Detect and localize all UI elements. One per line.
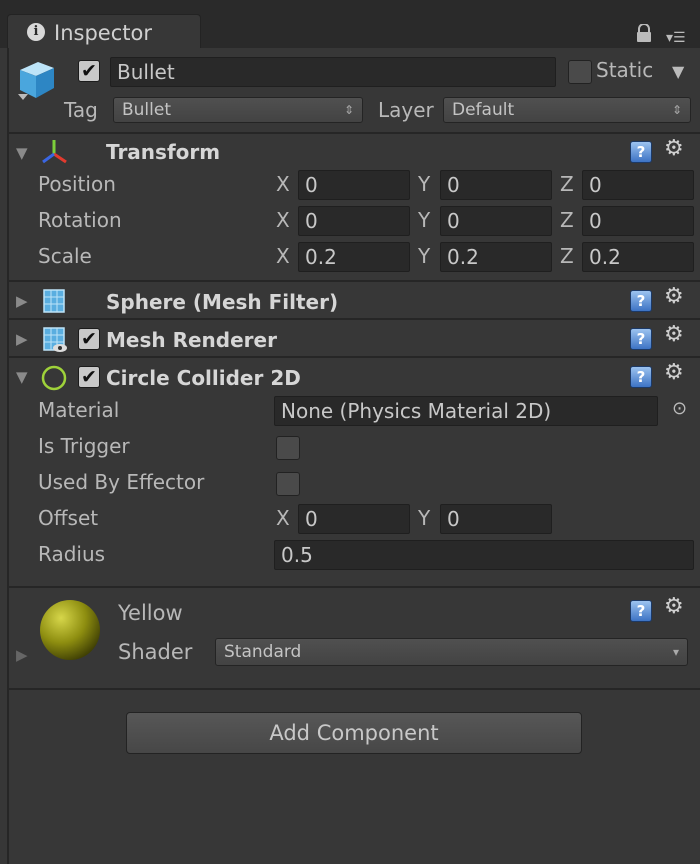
radius-label: Radius: [38, 542, 106, 566]
circle-collider-icon: [41, 365, 67, 391]
mesh-filter-icon: [43, 289, 65, 313]
divider: [7, 586, 700, 588]
position-z-field[interactable]: 0: [582, 170, 694, 200]
layer-value: Default: [452, 100, 515, 120]
foldout-arrow-icon[interactable]: ▼: [16, 368, 28, 386]
help-icon[interactable]: ?: [630, 290, 652, 312]
position-y-axis: Y: [418, 172, 431, 196]
position-y-field[interactable]: 0: [440, 170, 552, 200]
help-icon[interactable]: ?: [630, 141, 652, 163]
offset-x-field[interactable]: 0: [298, 504, 410, 534]
rotation-x-field[interactable]: 0: [298, 206, 410, 236]
scale-y-axis: Y: [418, 244, 431, 268]
offset-y-field[interactable]: 0: [440, 504, 552, 534]
foldout-arrow-icon[interactable]: ▼: [16, 144, 28, 162]
gear-icon[interactable]: ⚙: [664, 322, 684, 347]
material-name: Yellow: [118, 601, 183, 625]
material-field[interactable]: None (Physics Material 2D): [274, 396, 658, 426]
tag-label: Tag: [64, 98, 98, 122]
gear-icon[interactable]: ⚙: [664, 360, 684, 385]
scale-x-axis: X: [276, 244, 290, 268]
mesh-renderer-enabled-checkbox[interactable]: ✔: [78, 328, 100, 350]
gear-icon[interactable]: ⚙: [664, 136, 684, 161]
shader-value: Standard: [224, 642, 302, 662]
name-field[interactable]: Bullet: [110, 57, 556, 87]
panel-left-border: [7, 48, 9, 864]
shader-dropdown[interactable]: Standard ▾: [215, 638, 688, 666]
circle-collider-title[interactable]: Circle Collider 2D: [106, 366, 301, 390]
tab-inspector-label: Inspector: [54, 21, 152, 45]
layer-dropdown[interactable]: Default ⇕: [443, 97, 691, 123]
rotation-y-axis: Y: [418, 208, 431, 232]
scale-z-field[interactable]: 0.2: [582, 242, 694, 272]
active-checkbox[interactable]: ✔: [78, 60, 100, 82]
radius-field[interactable]: 0.5: [274, 540, 694, 570]
used-by-effector-checkbox[interactable]: [276, 472, 300, 496]
transform-icon: [42, 140, 67, 164]
foldout-arrow-icon[interactable]: ▶: [16, 292, 28, 310]
divider: [7, 318, 700, 320]
add-component-button[interactable]: Add Component: [126, 712, 582, 754]
help-icon[interactable]: ?: [630, 328, 652, 350]
scale-x-field[interactable]: 0.2: [298, 242, 410, 272]
divider: [7, 356, 700, 358]
info-icon: i: [27, 23, 45, 41]
static-checkbox[interactable]: [568, 60, 592, 84]
divider: [7, 688, 700, 690]
circle-collider-enabled-checkbox[interactable]: ✔: [78, 366, 100, 388]
sphere-preview-icon[interactable]: [38, 598, 102, 662]
used-by-effector-label: Used By Effector: [38, 470, 205, 494]
divider: [7, 280, 700, 282]
rotation-x-axis: X: [276, 208, 290, 232]
offset-y-axis: Y: [418, 506, 431, 530]
mesh-renderer-title[interactable]: Mesh Renderer: [106, 328, 277, 352]
rotation-z-axis: Z: [560, 208, 574, 232]
transform-title[interactable]: Transform: [106, 140, 220, 164]
material-label: Material: [38, 398, 120, 422]
position-z-axis: Z: [560, 172, 574, 196]
mesh-filter-title[interactable]: Sphere (Mesh Filter): [106, 290, 338, 314]
static-label: Static: [596, 58, 654, 82]
layer-label: Layer: [378, 98, 434, 122]
lock-icon[interactable]: [634, 24, 654, 42]
scale-z-axis: Z: [560, 244, 574, 268]
scale-label: Scale: [38, 244, 92, 268]
rotation-y-field[interactable]: 0: [440, 206, 552, 236]
offset-x-axis: X: [276, 506, 290, 530]
cube-icon[interactable]: [16, 58, 58, 102]
tag-value: Bullet: [122, 100, 172, 120]
static-dropdown-icon[interactable]: ▼: [672, 62, 684, 81]
scale-y-field[interactable]: 0.2: [440, 242, 552, 272]
position-label: Position: [38, 172, 116, 196]
object-picker-icon[interactable]: ⊙: [672, 398, 687, 419]
help-icon[interactable]: ?: [630, 600, 652, 622]
gear-icon[interactable]: ⚙: [664, 594, 684, 619]
position-x-field[interactable]: 0: [298, 170, 410, 200]
divider: [7, 132, 700, 134]
rotation-label: Rotation: [38, 208, 122, 232]
help-icon[interactable]: ?: [630, 366, 652, 388]
shader-label: Shader: [118, 640, 193, 664]
tab-inspector[interactable]: i Inspector: [7, 14, 201, 48]
rotation-z-field[interactable]: 0: [582, 206, 694, 236]
gear-icon[interactable]: ⚙: [664, 284, 684, 309]
offset-label: Offset: [38, 506, 99, 530]
foldout-arrow-icon[interactable]: ▶: [16, 330, 28, 348]
foldout-arrow-icon[interactable]: ▶: [16, 646, 28, 664]
is-trigger-label: Is Trigger: [38, 434, 130, 458]
tag-dropdown[interactable]: Bullet ⇕: [113, 97, 363, 123]
mesh-renderer-icon: [43, 327, 67, 352]
menu-icon[interactable]: ▾☰: [666, 30, 686, 46]
position-x-axis: X: [276, 172, 290, 196]
is-trigger-checkbox[interactable]: [276, 436, 300, 460]
